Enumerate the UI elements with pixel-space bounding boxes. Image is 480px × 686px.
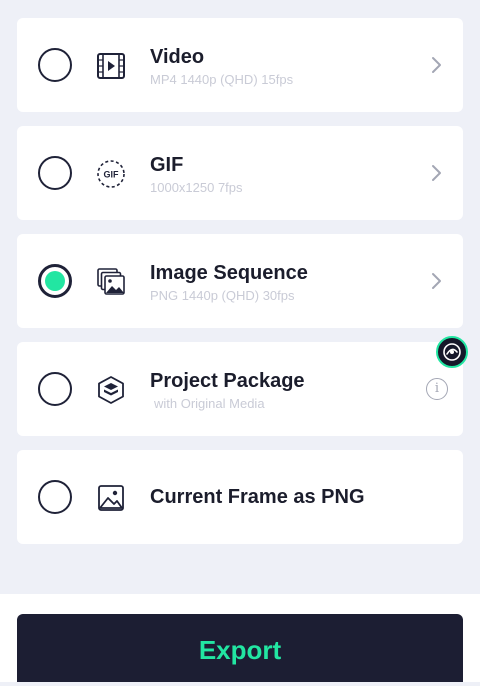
app-logo-icon[interactable] bbox=[436, 336, 468, 368]
option-image-sequence[interactable]: Image Sequence PNG 1440p (QHD) 30fps bbox=[17, 234, 463, 328]
image-sequence-icon bbox=[96, 267, 126, 297]
option-video[interactable]: Video MP4 1440p (QHD) 15fps bbox=[17, 18, 463, 112]
option-project-package[interactable]: Project Package with Original Media i bbox=[17, 342, 463, 436]
option-subtitle: PNG 1440p (QHD) 30fps bbox=[150, 288, 295, 303]
chevron-right-icon bbox=[432, 273, 441, 289]
option-title: Project Package bbox=[150, 370, 305, 392]
package-layers-icon bbox=[96, 375, 126, 405]
option-gif[interactable]: GIF GIF 1000x1250 7fps bbox=[17, 126, 463, 220]
option-title: Image Sequence bbox=[150, 262, 308, 284]
export-button[interactable]: Export bbox=[17, 614, 463, 682]
image-icon bbox=[96, 483, 126, 513]
option-subtitle: with Original Media bbox=[154, 396, 265, 411]
chevron-right-icon bbox=[432, 57, 441, 73]
radio-button[interactable] bbox=[38, 480, 72, 514]
radio-button[interactable] bbox=[38, 48, 72, 82]
radio-button-selected[interactable] bbox=[38, 264, 72, 298]
radio-button[interactable] bbox=[38, 372, 72, 406]
option-subtitle: 1000x1250 7fps bbox=[150, 180, 243, 195]
option-current-frame-png[interactable]: Current Frame as PNG bbox=[17, 450, 463, 544]
option-title: GIF bbox=[150, 154, 184, 176]
svg-text:GIF: GIF bbox=[104, 170, 120, 180]
gif-icon: GIF bbox=[96, 159, 126, 189]
option-title: Video bbox=[150, 46, 205, 68]
option-title: Current Frame as PNG bbox=[150, 486, 365, 508]
option-subtitle: MP4 1440p (QHD) 15fps bbox=[150, 72, 294, 87]
chevron-right-icon bbox=[432, 165, 441, 181]
radio-button[interactable] bbox=[38, 156, 72, 190]
video-icon bbox=[96, 51, 126, 81]
info-icon[interactable]: i bbox=[426, 378, 448, 400]
